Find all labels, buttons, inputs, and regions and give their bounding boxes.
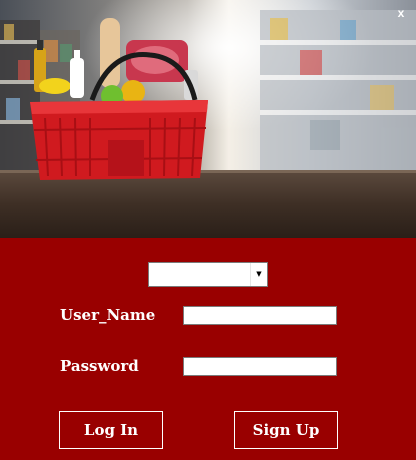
- close-button[interactable]: x: [392, 4, 410, 22]
- role-select[interactable]: ▼: [148, 262, 268, 287]
- hero-image: [0, 0, 416, 238]
- signup-button[interactable]: Sign Up: [234, 411, 338, 449]
- login-button[interactable]: Log In: [59, 411, 163, 449]
- username-label: User_Name: [60, 306, 156, 324]
- grocery-basket-image: [0, 0, 416, 238]
- username-input[interactable]: [183, 306, 337, 325]
- password-input[interactable]: [183, 357, 337, 376]
- chevron-down-icon[interactable]: ▼: [250, 263, 267, 286]
- close-icon: x: [397, 6, 405, 20]
- login-panel: ▼ User_Name Password Log In Sign Up: [0, 238, 416, 460]
- password-label: Password: [60, 357, 139, 375]
